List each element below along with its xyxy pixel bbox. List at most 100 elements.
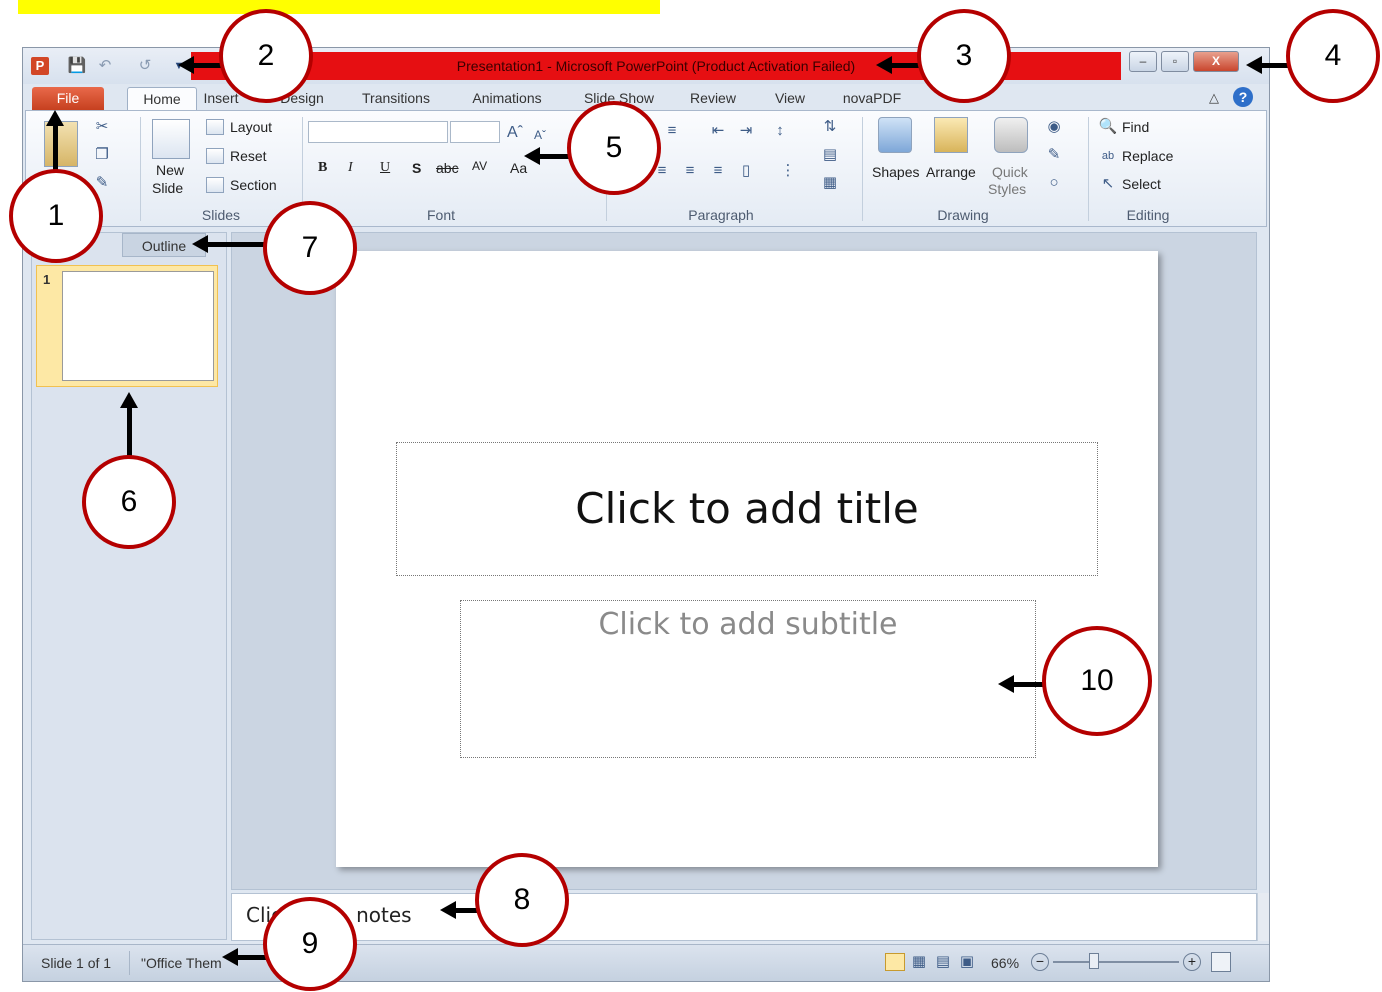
quick-styles-icon[interactable] xyxy=(994,117,1028,153)
group-label-font: Font xyxy=(426,207,455,223)
bullets-icon[interactable]: ⋮ xyxy=(778,161,798,181)
select-cursor-icon[interactable]: ↖ xyxy=(1098,174,1118,194)
tab-novapdf[interactable]: novaPDF xyxy=(837,87,907,110)
help-icon[interactable]: ? xyxy=(1233,87,1253,107)
group-label-drawing: Drawing xyxy=(937,207,989,223)
yellow-highlight-bar xyxy=(18,0,660,14)
font-name-combo[interactable] xyxy=(308,121,448,143)
normal-view-icon[interactable] xyxy=(885,953,905,971)
tab-animations[interactable]: Animations xyxy=(463,87,551,110)
find-button[interactable]: Find xyxy=(1122,118,1149,136)
strikethrough-button[interactable]: abc xyxy=(436,159,459,177)
select-button[interactable]: Select xyxy=(1122,175,1161,193)
shapes-button[interactable]: Shapes xyxy=(872,163,919,181)
shrink-font-icon[interactable]: Aˇ xyxy=(530,125,550,145)
zoom-slider-track[interactable] xyxy=(1053,961,1179,963)
shape-outline-icon[interactable]: ✎ xyxy=(1044,145,1064,165)
minimize-ribbon-icon[interactable]: △ xyxy=(1209,90,1219,106)
text-shadow-button[interactable]: S xyxy=(412,159,421,177)
new-slide-label-2[interactable]: Slide xyxy=(152,179,183,197)
numbering-icon[interactable]: ≡ xyxy=(662,121,682,141)
slide-show-icon[interactable]: ▣ xyxy=(957,952,977,972)
layout-button[interactable]: Layout xyxy=(230,118,272,136)
callout-arrow-7 xyxy=(208,242,268,247)
notes-scrollbar[interactable] xyxy=(1257,893,1269,941)
zoom-slider-thumb[interactable] xyxy=(1089,953,1099,969)
grow-font-icon[interactable]: Aˆ xyxy=(504,123,526,143)
theme-status[interactable]: "Office Them xyxy=(141,955,222,971)
replace-icon[interactable]: ab xyxy=(1098,146,1118,166)
reset-button[interactable]: Reset xyxy=(230,147,267,165)
callout-arrowhead-6 xyxy=(120,392,138,408)
arrange-icon[interactable] xyxy=(934,117,968,153)
replace-button[interactable]: Replace xyxy=(1122,147,1173,165)
subtitle-placeholder[interactable]: Click to add subtitle xyxy=(460,600,1036,758)
align-text-icon[interactable]: ▤ xyxy=(820,145,840,165)
callout-7: 7 xyxy=(263,201,357,295)
callout-1: 1 xyxy=(9,169,103,263)
minimize-button[interactable]: – xyxy=(1129,51,1157,72)
quick-styles-label-2[interactable]: Styles xyxy=(988,180,1026,198)
italic-button[interactable]: I xyxy=(348,159,353,177)
shapes-icon[interactable] xyxy=(878,117,912,153)
underline-button[interactable]: U xyxy=(380,159,390,177)
redo-icon[interactable]: ↺ xyxy=(135,56,155,76)
paste-icon[interactable] xyxy=(44,121,78,167)
callout-3: 3 xyxy=(917,9,1011,103)
font-size-combo[interactable] xyxy=(450,121,500,143)
justify-icon[interactable]: ≡ xyxy=(708,161,728,181)
fit-to-window-icon[interactable] xyxy=(1211,952,1231,972)
arrange-button[interactable]: Arrange xyxy=(926,163,976,181)
callout-arrowhead-1 xyxy=(46,110,64,126)
slide-sorter-icon[interactable]: ▦ xyxy=(909,952,929,972)
zoom-in-icon[interactable]: + xyxy=(1183,953,1201,971)
title-placeholder[interactable]: Click to add title xyxy=(396,442,1098,576)
restore-button[interactable]: ▫ xyxy=(1161,51,1189,72)
smartart-icon[interactable]: ▦ xyxy=(820,173,840,193)
save-icon[interactable]: 💾 xyxy=(67,56,87,76)
slides-outline-pane: Outline 1 xyxy=(31,232,227,940)
zoom-out-icon[interactable]: − xyxy=(1031,953,1049,971)
callout-9: 9 xyxy=(263,897,357,991)
powerpoint-logo-icon[interactable]: P xyxy=(31,57,49,75)
slide-thumbnail-number: 1 xyxy=(43,272,51,287)
section-button[interactable]: Section xyxy=(230,176,277,194)
cut-icon[interactable]: ✂ xyxy=(92,117,112,137)
text-direction-icon[interactable]: ⇅ xyxy=(820,117,840,137)
columns-icon[interactable]: ▯ xyxy=(736,161,756,181)
notes-pane[interactable]: Clic notes xyxy=(231,893,1257,941)
new-slide-icon[interactable] xyxy=(152,119,190,159)
find-icon[interactable]: 🔍 xyxy=(1098,117,1118,137)
shape-effects-icon[interactable]: ○ xyxy=(1044,173,1064,193)
slide-editing-area: Click to add title Click to add subtitle xyxy=(231,232,1257,890)
tab-home[interactable]: Home xyxy=(127,87,197,110)
callout-5: 5 xyxy=(567,101,661,195)
slide-thumbnail[interactable] xyxy=(62,271,214,381)
undo-icon[interactable]: ↶ xyxy=(95,56,115,76)
slide-canvas[interactable]: Click to add title Click to add subtitle xyxy=(336,251,1158,867)
increase-indent-icon[interactable]: ⇥ xyxy=(736,121,756,141)
copy-icon[interactable]: ❐ xyxy=(92,145,112,165)
slide-thumbnail-selected[interactable]: 1 xyxy=(36,265,218,387)
zoom-level[interactable]: 66% xyxy=(991,955,1019,971)
bold-button[interactable]: B xyxy=(318,159,327,177)
powerpoint-window: P 💾 ↶ ↺ ▼ Presentation1 - Microsoft Powe… xyxy=(22,47,1270,982)
ribbon-tab-row: File Home Insert Design Transitions Anim… xyxy=(23,84,1269,110)
callout-arrowhead-9 xyxy=(222,948,238,966)
decrease-indent-icon[interactable]: ⇤ xyxy=(708,121,728,141)
quick-styles-label-1[interactable]: Quick xyxy=(992,163,1028,181)
tab-transitions[interactable]: Transitions xyxy=(353,87,439,110)
character-spacing-button[interactable]: AV xyxy=(472,157,487,175)
tab-view[interactable]: View xyxy=(769,87,811,110)
group-label-editing: Editing xyxy=(1126,207,1170,223)
new-slide-label-1[interactable]: New xyxy=(156,161,184,179)
reading-view-icon[interactable]: ▤ xyxy=(933,952,953,972)
shape-fill-icon[interactable]: ◉ xyxy=(1044,117,1064,137)
tab-file[interactable]: File xyxy=(32,87,104,110)
callout-4: 4 xyxy=(1286,9,1380,103)
tab-review[interactable]: Review xyxy=(685,87,741,110)
group-label-slides: Slides xyxy=(201,207,241,223)
line-spacing-icon[interactable]: ↕ xyxy=(770,121,790,141)
close-button[interactable]: X xyxy=(1193,51,1239,72)
align-right-icon[interactable]: ≡ xyxy=(680,161,700,181)
